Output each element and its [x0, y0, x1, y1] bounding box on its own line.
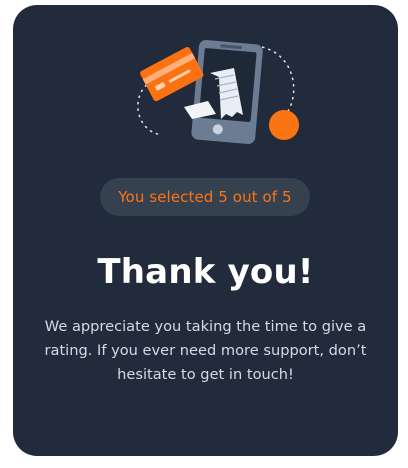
orange-circle-shape: [269, 110, 299, 140]
rating-result-badge: You selected 5 out of 5: [100, 178, 310, 216]
dashed-orbit-right: [261, 46, 295, 112]
thank-you-message: We appreciate you taking the time to giv…: [44, 318, 367, 383]
credit-card-shape: [140, 46, 204, 102]
page-title: Thank you!: [97, 252, 314, 292]
card-payment-receipt-phone-icon: [137, 39, 299, 145]
thank-you-card: You selected 5 out of 5 Thank you! We ap…: [13, 5, 398, 456]
